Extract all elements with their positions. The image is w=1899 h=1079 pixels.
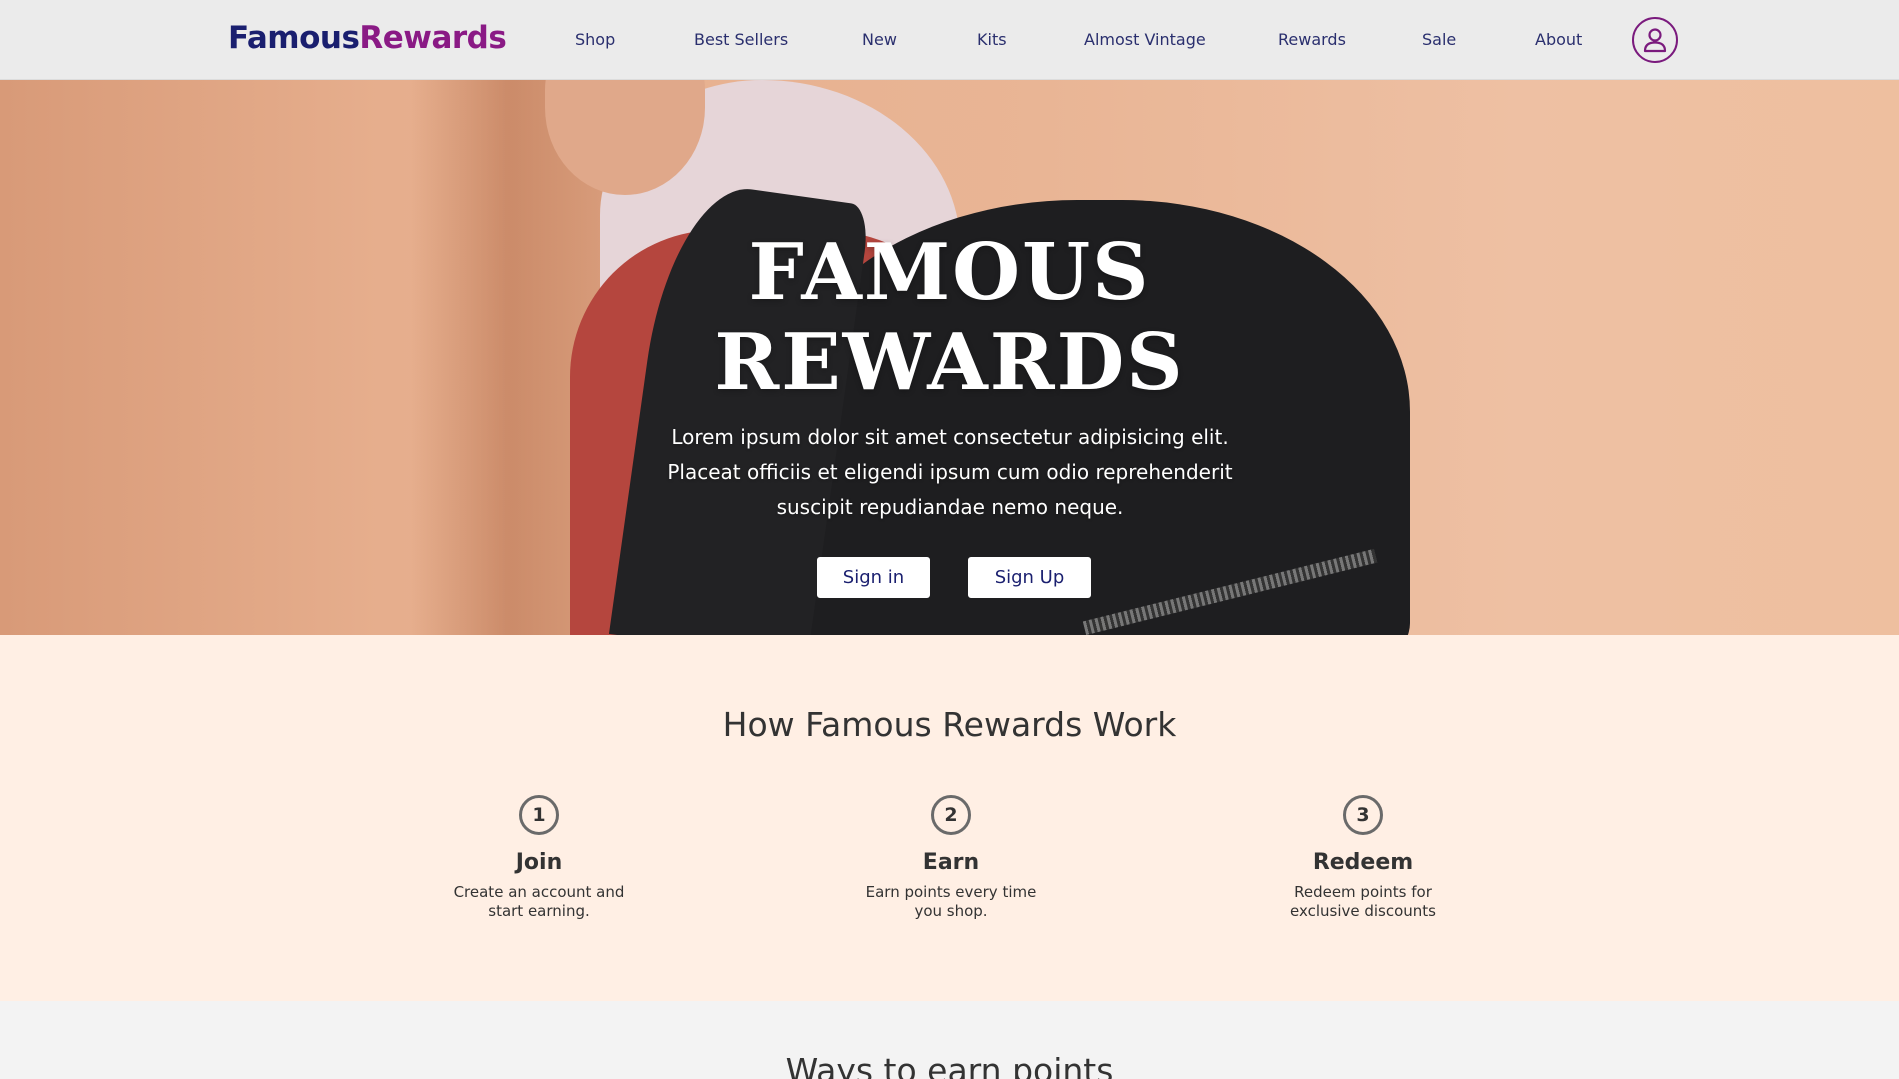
nav-item-sale[interactable]: Sale (1422, 30, 1456, 49)
account-button[interactable] (1632, 17, 1678, 63)
ways-to-earn-section: Ways to earn points (0, 1001, 1899, 1079)
user-circle-icon (1643, 28, 1667, 53)
nav-item-new[interactable]: New (862, 30, 897, 49)
step-number-badge: 3 (1343, 795, 1383, 835)
step-title: Join (515, 850, 563, 875)
main-nav: Shop Best Sellers New Kits Almost Vintag… (0, 30, 1899, 52)
sign-in-button[interactable]: Sign in (817, 557, 930, 598)
hero-description: Lorem ipsum dolor sit amet consectetur a… (667, 425, 1233, 519)
nav-item-best-sellers[interactable]: Best Sellers (694, 30, 788, 49)
nav-item-shop[interactable]: Shop (575, 30, 615, 49)
sign-up-button[interactable]: Sign Up (968, 557, 1091, 598)
nav-item-almost-vintage[interactable]: Almost Vintage (1084, 30, 1206, 49)
how-it-works-section: How Famous Rewards Work 1 Join Create an… (0, 635, 1899, 1001)
how-it-works-title: How Famous Rewards Work (722, 705, 1177, 744)
step-join: 1 Join Create an account and start earni… (409, 795, 669, 921)
step-redeem: 3 Redeem Redeem points for exclusive dis… (1233, 795, 1493, 921)
step-title: Earn (922, 850, 980, 875)
hero-banner: FAMOUS REWARDS Lorem ipsum dolor sit ame… (0, 80, 1899, 635)
ways-to-earn-title: Ways to earn points (785, 1051, 1114, 1079)
step-description: Create an account and start earning. (453, 883, 625, 920)
nav-item-about[interactable]: About (1535, 30, 1582, 49)
hero-title-line2: REWARDS (714, 317, 1185, 408)
step-title: Redeem (1312, 850, 1414, 875)
step-earn: 2 Earn Earn points every time you shop. (821, 795, 1081, 921)
nav-item-kits[interactable]: Kits (977, 30, 1007, 49)
step-number-badge: 2 (931, 795, 971, 835)
nav-item-rewards[interactable]: Rewards (1278, 30, 1346, 49)
top-navigation-bar: FamousRewards Shop Best Sellers New Kits… (0, 0, 1899, 80)
hero-title: FAMOUS REWARDS (0, 228, 1899, 408)
hero-title-line1: FAMOUS (748, 227, 1151, 318)
step-number-badge: 1 (519, 795, 559, 835)
step-description: Redeem points for exclusive discounts (1290, 883, 1436, 920)
step-description: Earn points every time you shop. (865, 883, 1037, 920)
